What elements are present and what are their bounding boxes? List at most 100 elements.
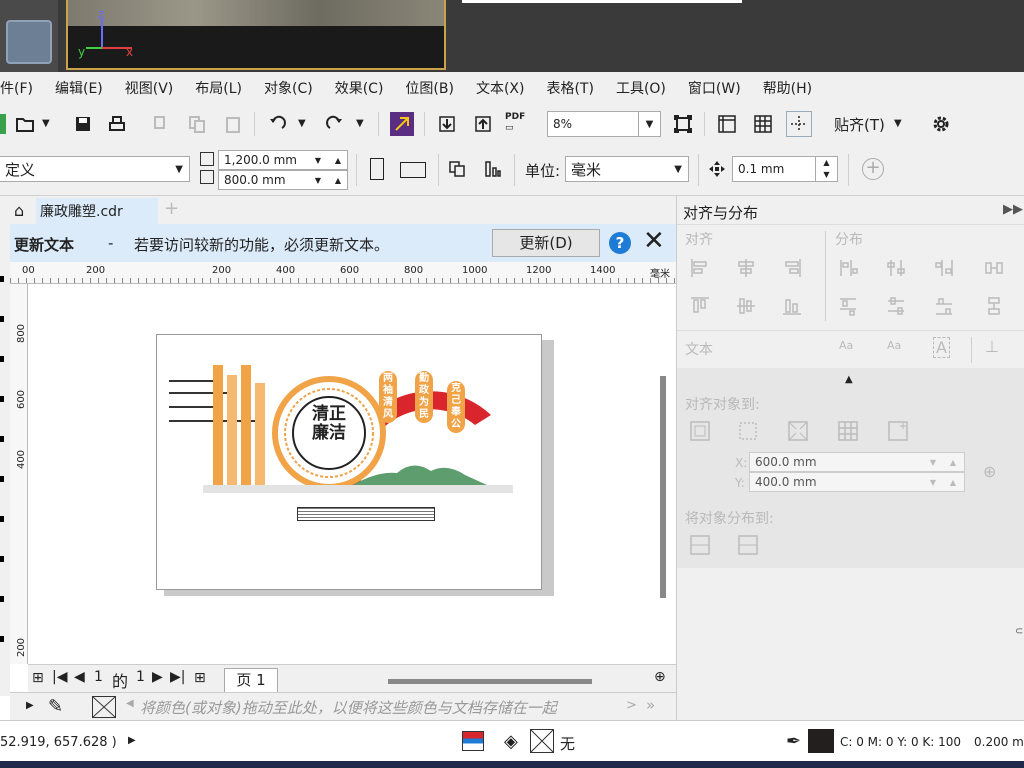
outline-color-swatch[interactable] bbox=[808, 729, 834, 753]
menu-effects[interactable]: 效果(C) bbox=[335, 78, 384, 98]
menu-layout[interactable]: 布局(L) bbox=[195, 78, 242, 98]
menu-help[interactable]: 帮助(H) bbox=[763, 78, 812, 98]
full-screen-preview-button[interactable] bbox=[670, 111, 696, 137]
distribute-bottom-icon[interactable] bbox=[933, 295, 955, 317]
home-icon[interactable]: ⌂ bbox=[14, 201, 24, 220]
align-to-page-edge-icon[interactable] bbox=[737, 420, 759, 442]
publish-pdf-button[interactable]: PDF ▭ bbox=[505, 112, 525, 134]
next-page-icon[interactable]: ▶ bbox=[152, 669, 163, 685]
palette-scroll-right-icon[interactable]: > bbox=[626, 698, 637, 713]
align-to-grid-icon[interactable] bbox=[837, 420, 859, 442]
nudge-spinner-icon[interactable]: ▲ ▼ bbox=[815, 157, 837, 181]
eyedropper-icon[interactable]: ✎ bbox=[48, 696, 63, 717]
corel-connect-button[interactable] bbox=[390, 112, 414, 136]
palette-menu-icon[interactable]: ▶ bbox=[26, 700, 34, 711]
page-height-field[interactable]: 800.0 mm ▼ ▲ bbox=[218, 170, 348, 190]
align-left-icon[interactable] bbox=[689, 257, 711, 279]
add-tab-icon[interactable]: + bbox=[164, 198, 179, 219]
add-preset-icon[interactable]: + bbox=[862, 158, 884, 180]
distribute-to-selection-icon[interactable] bbox=[689, 534, 711, 556]
align-y-field[interactable]: 400.0 mm ▼ ▲ bbox=[749, 472, 965, 492]
add-page-before-icon[interactable]: ⊞ bbox=[32, 670, 44, 686]
distribute-left-icon[interactable] bbox=[837, 257, 859, 279]
sculpture-artwork[interactable] bbox=[157, 335, 543, 591]
text-outline-icon[interactable]: ⊥ bbox=[985, 337, 999, 356]
current-page-button[interactable] bbox=[480, 156, 506, 182]
text-last-baseline-icon[interactable]: Aa bbox=[887, 339, 901, 352]
paste-button[interactable] bbox=[220, 111, 246, 137]
vertical-ruler[interactable]: 800 600 400 200 bbox=[10, 284, 28, 664]
close-notice-icon[interactable]: ✕ bbox=[643, 226, 665, 256]
color-proof-icon[interactable] bbox=[462, 731, 484, 751]
print-button[interactable] bbox=[104, 111, 130, 137]
y-spinner-down-icon[interactable]: ▼ bbox=[930, 478, 936, 487]
show-guidelines-button[interactable] bbox=[786, 111, 812, 137]
height-spinner-down-icon[interactable]: ▼ bbox=[315, 176, 321, 185]
save-button[interactable] bbox=[70, 111, 96, 137]
docker-scroll-icon[interactable]: ⊂ bbox=[1015, 626, 1024, 646]
redo-button[interactable] bbox=[322, 111, 348, 137]
menu-bitmaps[interactable]: 位图(B) bbox=[405, 78, 454, 98]
import-button[interactable] bbox=[434, 111, 460, 137]
width-spinner-up-icon[interactable]: ▲ bbox=[335, 156, 341, 165]
distribute-to-page-icon[interactable] bbox=[737, 534, 759, 556]
horizontal-scrollbar[interactable] bbox=[388, 679, 592, 684]
height-spinner-up-icon[interactable]: ▲ bbox=[335, 176, 341, 185]
align-to-page-center-icon[interactable] bbox=[787, 420, 809, 442]
align-top-icon[interactable] bbox=[689, 295, 711, 317]
undo-dropdown-icon[interactable]: ▼ bbox=[298, 118, 306, 129]
new-document-button[interactable] bbox=[0, 114, 6, 134]
menu-text[interactable]: 文本(X) bbox=[476, 78, 525, 98]
toolbox-tool-marks[interactable] bbox=[0, 276, 4, 676]
add-page-after-icon[interactable]: ⊞ bbox=[194, 670, 206, 686]
landscape-button[interactable] bbox=[400, 162, 426, 178]
palette-scroll-left-icon[interactable]: ◀ bbox=[126, 698, 134, 709]
width-spinner-down-icon[interactable]: ▼ bbox=[315, 156, 321, 165]
distribute-top-icon[interactable] bbox=[837, 295, 859, 317]
previous-page-icon[interactable]: ◀ bbox=[74, 669, 85, 685]
tab-document[interactable]: 廉政雕塑.cdr bbox=[36, 198, 158, 224]
collapse-section-icon[interactable]: ▲ bbox=[845, 374, 853, 385]
menu-tools[interactable]: 工具(O) bbox=[616, 78, 666, 98]
redo-dropdown-icon[interactable]: ▼ bbox=[356, 118, 364, 129]
nudge-distance-field[interactable]: 0.1 mm ▲ ▼ bbox=[732, 156, 838, 182]
show-rulers-button[interactable] bbox=[714, 111, 740, 137]
snap-dropdown-icon[interactable]: ▼ bbox=[894, 118, 902, 129]
align-center-horizontal-icon[interactable] bbox=[735, 257, 757, 279]
align-to-active-object-icon[interactable] bbox=[689, 420, 711, 442]
distribute-center-icon[interactable] bbox=[885, 257, 907, 279]
tab-page-1[interactable]: 页 1 bbox=[224, 668, 278, 692]
x-spinner-down-icon[interactable]: ▼ bbox=[930, 458, 936, 467]
last-page-icon[interactable]: ▶| bbox=[170, 669, 185, 685]
status-menu-icon[interactable]: ▶ bbox=[128, 735, 136, 746]
menu-window[interactable]: 窗口(W) bbox=[688, 78, 741, 98]
open-dropdown-icon[interactable]: ▼ bbox=[42, 118, 50, 129]
distribute-spacing-horizontal-icon[interactable] bbox=[983, 257, 1005, 279]
docker-collapse-icon[interactable]: ▶▶ bbox=[1003, 202, 1023, 217]
pick-point-icon[interactable]: ⊕ bbox=[983, 462, 996, 481]
undo-button[interactable] bbox=[264, 111, 290, 137]
no-color-swatch[interactable] bbox=[92, 696, 116, 718]
help-info-icon[interactable]: ? bbox=[609, 232, 631, 254]
distribute-middle-icon[interactable] bbox=[885, 295, 907, 317]
text-first-baseline-icon[interactable]: Aa bbox=[839, 339, 853, 352]
menu-file[interactable]: 件(F) bbox=[0, 78, 33, 98]
y-spinner-up-icon[interactable]: ▲ bbox=[950, 478, 956, 487]
align-to-point-icon[interactable] bbox=[887, 420, 909, 442]
unit-select[interactable]: 毫米 ▼ bbox=[565, 156, 689, 182]
align-center-vertical-icon[interactable] bbox=[735, 295, 757, 317]
update-button[interactable]: 更新(D) bbox=[492, 229, 600, 257]
unit-dropdown-icon[interactable]: ▼ bbox=[674, 164, 682, 175]
copy-button[interactable] bbox=[184, 111, 210, 137]
menu-object[interactable]: 对象(C) bbox=[264, 78, 313, 98]
text-bounding-box-icon[interactable]: A bbox=[933, 337, 950, 358]
options-gear-icon[interactable] bbox=[928, 111, 954, 137]
distribute-spacing-vertical-icon[interactable] bbox=[983, 295, 1005, 317]
page-size-preset[interactable]: 定义 ▼ bbox=[0, 156, 190, 182]
menu-edit[interactable]: 编辑(E) bbox=[55, 78, 103, 98]
preset-dropdown-icon[interactable]: ▼ bbox=[175, 164, 183, 175]
menu-view[interactable]: 视图(V) bbox=[125, 78, 174, 98]
show-grid-button[interactable] bbox=[750, 111, 776, 137]
align-bottom-icon[interactable] bbox=[781, 295, 803, 317]
cut-button[interactable] bbox=[148, 111, 174, 137]
